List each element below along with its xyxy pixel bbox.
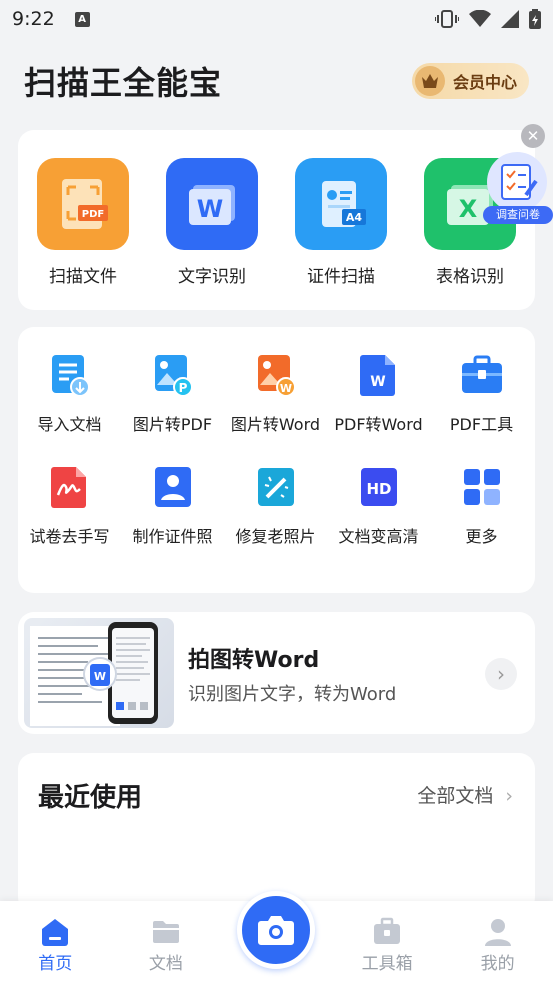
grid-tool-label: PDF转Word	[334, 415, 423, 434]
battery-icon	[529, 9, 541, 29]
hd-badge: HD	[366, 480, 391, 498]
grid-tool-label: 修复老照片	[235, 527, 316, 546]
remove-handwriting-icon	[48, 465, 92, 509]
grid-tool-label: 图片转PDF	[132, 415, 213, 434]
main-tool-label: 证件扫描	[307, 267, 375, 287]
header: 扫描王全能宝 会员中心	[0, 38, 553, 124]
id-photo-icon	[151, 465, 195, 509]
grid-tool-hd-document[interactable]: HD 文档变高清	[327, 465, 430, 547]
nav-documents[interactable]: 文档	[111, 901, 222, 983]
a4-badge: A4	[346, 211, 363, 224]
bottom-nav: 首页 文档 工具箱 我的	[0, 891, 553, 983]
camera-icon	[258, 916, 295, 945]
close-icon: ✕	[526, 127, 540, 145]
folder-icon	[152, 921, 179, 943]
chevron-right-icon[interactable]: ›	[485, 658, 517, 690]
word-badge: W	[197, 195, 223, 223]
all-documents-link[interactable]: 全部文档 ›	[417, 781, 513, 808]
image-to-pdf-icon: P	[151, 353, 195, 397]
grid-tool-label: 试卷去手写	[29, 527, 110, 546]
word-recognition-icon: W	[166, 158, 258, 250]
image-to-word-badge: W	[279, 382, 291, 395]
promo-word-badge: W	[94, 670, 106, 683]
vip-center-button[interactable]: 会员中心	[411, 63, 529, 99]
grid-tool-label: 制作证件照	[132, 527, 213, 546]
status-time: 9:22	[12, 8, 55, 30]
main-tool-scan-file[interactable]: PDF 扫描文件	[37, 158, 129, 287]
restore-photo-icon	[254, 465, 298, 509]
grid-tool-more[interactable]: 更多	[430, 465, 533, 547]
grid-tool-label: PDF工具	[449, 415, 514, 434]
nav-home[interactable]: 首页	[0, 901, 111, 983]
close-survey-button[interactable]: ✕	[521, 124, 545, 148]
all-documents-label: 全部文档	[417, 785, 494, 807]
main-tool-label: 表格识别	[436, 267, 504, 287]
main-tool-label: 扫描文件	[49, 267, 117, 287]
pdf-toolbox-icon	[460, 353, 504, 397]
grid-tool-label: 图片转Word	[230, 415, 321, 434]
grid-tool-label: 导入文档	[37, 415, 102, 434]
excel-badge: X	[459, 195, 478, 223]
survey-label: 调查问卷	[483, 206, 553, 224]
toolbox-icon	[374, 917, 401, 944]
profile-icon	[484, 919, 511, 946]
recent-title: 最近使用	[38, 783, 143, 813]
id-card-icon: A4	[295, 158, 387, 250]
import-doc-icon	[48, 353, 92, 397]
main-tools-card: PDF 扫描文件 W 文字识别 A4 证件扫描 X 表格识别 ✕ 调查问卷	[18, 124, 553, 310]
survey-icon	[487, 152, 547, 212]
photo-to-word-banner[interactable]: W 拍图转Word 识别图片文字，转为Word ›	[18, 612, 535, 734]
survey-float-button[interactable]: 调查问卷	[483, 152, 553, 224]
crown-icon	[414, 66, 445, 96]
pdf-to-word-icon: W	[357, 353, 401, 397]
scan-pdf-icon: PDF	[37, 158, 129, 250]
nav-toolbox-label: 工具箱	[361, 954, 413, 974]
app-title: 扫描王全能宝	[24, 64, 223, 102]
grid-tool-import-doc[interactable]: 导入文档	[18, 353, 121, 435]
scan-pdf-badge: PDF	[82, 209, 104, 220]
nav-home-label: 首页	[38, 954, 73, 974]
vip-center-label: 会员中心	[452, 73, 517, 92]
pdf-to-word-badge: W	[370, 374, 385, 390]
tools-grid: 导入文档 P 图片转PDF W 图片转Word W PDF转Word PDF工具	[18, 327, 535, 547]
nav-documents-label: 文档	[148, 954, 183, 974]
home-icon	[42, 919, 69, 946]
notification-icon: A	[74, 11, 90, 27]
tools-grid-card: 导入文档 P 图片转PDF W 图片转Word W PDF转Word PDF工具	[18, 327, 535, 593]
nav-profile[interactable]: 我的	[442, 901, 553, 983]
grid-tool-image-to-word[interactable]: W 图片转Word	[224, 353, 327, 435]
grid-tool-id-photo[interactable]: 制作证件照	[121, 465, 224, 547]
more-grid-icon	[460, 465, 504, 509]
grid-tool-pdf-toolbox[interactable]: PDF工具	[430, 353, 533, 435]
wifi-icon	[469, 10, 491, 27]
main-tools-row: PDF 扫描文件 W 文字识别 A4 证件扫描 X 表格识别	[18, 130, 535, 287]
vibrate-icon	[435, 10, 459, 28]
nav-toolbox[interactable]: 工具箱	[332, 901, 443, 983]
nav-profile-label: 我的	[480, 954, 515, 974]
grid-tool-pdf-to-word[interactable]: W PDF转Word	[327, 353, 430, 435]
camera-button[interactable]	[237, 891, 316, 969]
main-tool-text-recognition[interactable]: W 文字识别	[166, 158, 258, 287]
grid-tool-restore-photo[interactable]: 修复老照片	[224, 465, 327, 547]
main-tool-id-scan[interactable]: A4 证件扫描	[295, 158, 387, 287]
hd-document-icon: HD	[357, 465, 401, 509]
grid-tool-label: 文档变高清	[338, 527, 419, 546]
camera-slot	[221, 891, 332, 983]
recent-card: 最近使用 全部文档 ›	[18, 753, 535, 913]
image-to-pdf-badge: P	[178, 381, 187, 395]
grid-tool-remove-handwriting[interactable]: 试卷去手写	[18, 465, 121, 547]
grid-tool-image-to-pdf[interactable]: P 图片转PDF	[121, 353, 224, 435]
promo-subtitle: 识别图片文字，转为Word	[188, 684, 397, 705]
promo-title: 拍图转Word	[188, 648, 320, 673]
status-icons	[435, 9, 541, 29]
grid-tool-label: 更多	[465, 527, 498, 546]
status-bar: 9:22 A	[0, 0, 553, 38]
signal-icon	[501, 10, 519, 28]
promo-illustration: W	[24, 618, 174, 728]
chevron-right-icon: ›	[505, 785, 513, 807]
main-tool-label: 文字识别	[178, 267, 246, 287]
image-to-word-icon: W	[254, 353, 298, 397]
